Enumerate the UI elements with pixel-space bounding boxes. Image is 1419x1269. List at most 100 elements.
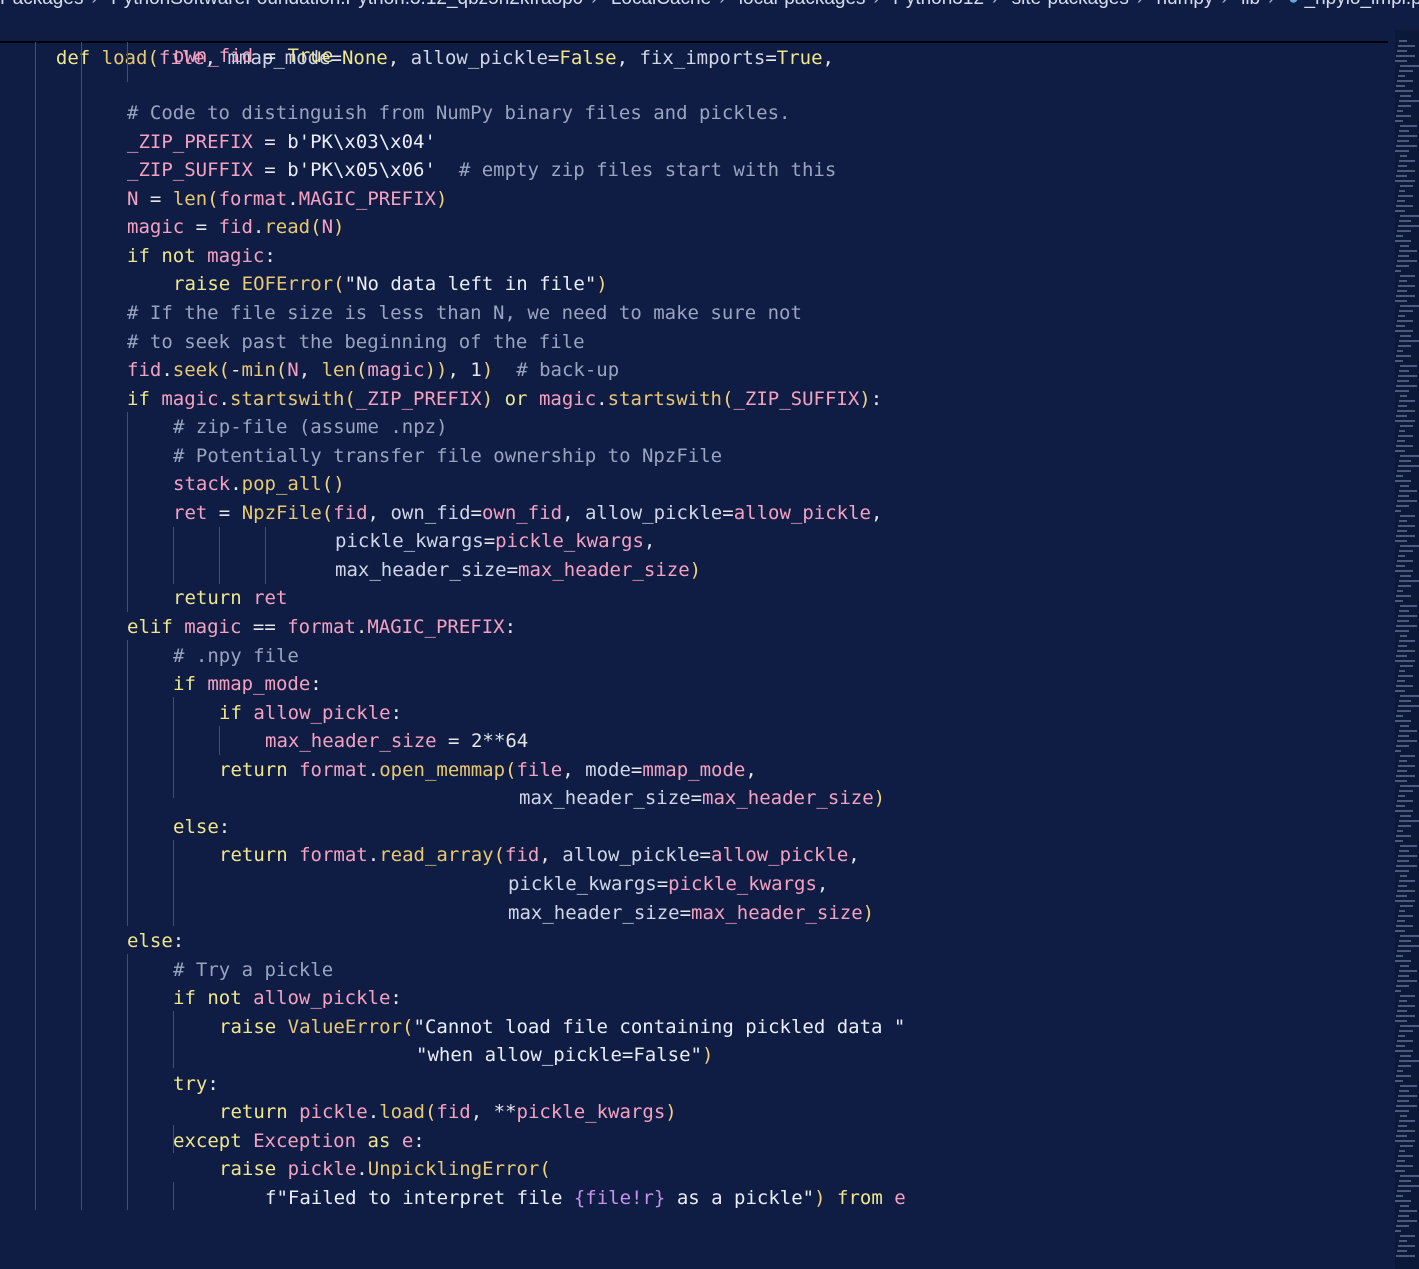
code-line[interactable]: else: <box>173 813 230 842</box>
code-line[interactable]: try: <box>173 1070 219 1099</box>
code-editor[interactable]: own_fid = True # Code to distinguish from… <box>0 42 1395 1269</box>
code-line[interactable]: magic = fid.read(N) <box>127 213 344 242</box>
code-line[interactable]: # zip-file (assume .npz) <box>173 413 448 442</box>
code-line[interactable]: pickle_kwargs=pickle_kwargs, <box>508 870 828 899</box>
minimap-line <box>1400 425 1413 427</box>
minimap-line <box>1396 1135 1407 1137</box>
code-line[interactable]: # Potentially transfer file ownership to… <box>173 442 722 471</box>
minimap-line <box>1398 45 1415 47</box>
code-line[interactable]: raise pickle.UnpicklingError( <box>219 1155 551 1184</box>
minimap-line <box>1398 555 1405 557</box>
code-line[interactable]: "when allow_pickle=False") <box>416 1041 713 1070</box>
code-line[interactable]: if not allow_pickle: <box>173 984 402 1013</box>
code-line[interactable]: raise ValueError("Cannot load file conta… <box>219 1013 905 1042</box>
minimap-line <box>1399 1150 1405 1152</box>
minimap-line <box>1400 1145 1413 1147</box>
code-line[interactable]: # Code to distinguish from NumPy binary … <box>127 99 790 128</box>
minimap-line <box>1399 220 1411 222</box>
minimap-line <box>1399 700 1411 702</box>
breadcrumb-item[interactable]: PythonSoftwareFoundation.Python.3.12_qbz… <box>111 0 583 8</box>
code-line[interactable]: return format.read_array(fid, allow_pick… <box>219 841 860 870</box>
minimap-line <box>1400 875 1407 877</box>
minimap-line <box>1399 160 1415 162</box>
minimap-line <box>1399 1120 1415 1122</box>
code-line[interactable]: # If the file size is less than N, we ne… <box>127 299 802 328</box>
minimap-line <box>1397 1220 1417 1222</box>
code-line[interactable]: if allow_pickle: <box>219 699 402 728</box>
code-line[interactable]: return pickle.load(fid, **pickle_kwargs) <box>219 1098 677 1127</box>
code-line[interactable]: fid.seek(-min(N, len(magic)), 1) # back-… <box>127 356 619 385</box>
minimap-line <box>1395 690 1405 692</box>
minimap-line <box>1396 595 1411 597</box>
code-line[interactable]: if not magic: <box>127 242 276 271</box>
code-line[interactable]: raise EOFError("No data left in file") <box>173 270 608 299</box>
minimap-line <box>1397 710 1411 712</box>
minimap-line <box>1398 285 1415 287</box>
minimap-line <box>1399 1180 1411 1182</box>
minimap-line <box>1400 305 1419 307</box>
code-line[interactable]: _ZIP_SUFFIX = b'PK\x05\x06' # empty zip … <box>127 156 836 185</box>
breadcrumb-item[interactable]: lib <box>1241 0 1260 8</box>
minimap-line <box>1399 430 1405 432</box>
minimap-line <box>1395 930 1405 932</box>
minimap-line <box>1398 495 1409 497</box>
code-line[interactable]: N = len(format.MAGIC_PREFIX) <box>127 185 447 214</box>
minimap-line <box>1396 625 1417 627</box>
minimap-line <box>1398 195 1413 197</box>
minimap[interactable] <box>1395 30 1419 1269</box>
minimap-line <box>1396 955 1403 957</box>
breadcrumb-file[interactable]: _npyio_impl.py <box>1305 0 1419 8</box>
code-line[interactable]: ret = NpzFile(fid, own_fid=own_fid, allo… <box>173 499 882 528</box>
breadcrumb-item[interactable]: numpy <box>1156 0 1213 8</box>
code-line[interactable]: return format.open_memmap(file, mode=mma… <box>219 756 757 785</box>
code-line[interactable]: pickle_kwargs=pickle_kwargs, <box>335 527 655 556</box>
minimap-line <box>1400 1205 1409 1207</box>
code-line[interactable]: max_header_size=max_header_size) <box>508 899 874 928</box>
minimap-line <box>1395 90 1413 92</box>
code-line[interactable]: stack.pop_all() <box>173 470 345 499</box>
minimap-line <box>1400 65 1419 67</box>
minimap-line <box>1399 730 1417 732</box>
code-line[interactable]: # .npy file <box>173 642 299 671</box>
minimap-line <box>1395 180 1415 182</box>
code-line[interactable]: else: <box>127 927 184 956</box>
minimap-line <box>1396 1165 1413 1167</box>
minimap-line <box>1398 915 1413 917</box>
minimap-line <box>1397 680 1405 682</box>
minimap-line <box>1397 1130 1415 1132</box>
code-line[interactable]: # Try a pickle <box>173 956 333 985</box>
code-line[interactable]: _ZIP_PREFIX = b'PK\x03\x04' <box>127 128 436 157</box>
code-line[interactable]: if magic.startswith(_ZIP_PREFIX) or magi… <box>127 385 882 414</box>
minimap-line <box>1399 910 1405 912</box>
code-line[interactable]: f"Failed to interpret file {file!r} as a… <box>265 1184 906 1213</box>
minimap-line <box>1397 440 1405 442</box>
chevron-right-icon: › <box>1268 0 1274 8</box>
code-line[interactable]: max_header_size=max_header_size) <box>519 784 885 813</box>
code-line[interactable]: max_header_size = 2**64 <box>265 727 528 756</box>
minimap-line <box>1396 655 1407 657</box>
code-line[interactable]: return ret <box>173 584 287 613</box>
minimap-line <box>1399 520 1407 522</box>
minimap-line <box>1396 535 1415 537</box>
code-line[interactable]: max_header_size=max_header_size) <box>335 556 701 585</box>
code-line[interactable]: if mmap_mode: <box>173 670 322 699</box>
breadcrumb-item[interactable]: Python312 <box>893 0 984 8</box>
sticky-scroll-header[interactable]: def load(file, mmap_mode=None, allow_pic… <box>0 12 1388 69</box>
code-line[interactable]: own_fid = True <box>173 42 333 71</box>
code-line[interactable]: elif magic == format.MAGIC_PREFIX: <box>127 613 516 642</box>
breadcrumb-item[interactable]: local-packages <box>739 0 866 8</box>
minimap-line <box>1399 1060 1419 1062</box>
breadcrumb-item[interactable]: Packages <box>0 0 83 8</box>
minimap-line <box>1395 570 1413 572</box>
minimap-line <box>1397 80 1413 82</box>
breadcrumb-item[interactable]: site-packages <box>1012 0 1129 8</box>
minimap-line <box>1397 260 1417 262</box>
minimap-line <box>1396 1255 1415 1257</box>
code-line[interactable]: except Exception as e: <box>173 1127 425 1156</box>
minimap-line <box>1395 270 1401 272</box>
code-line[interactable]: # to seek past the beginning of the file <box>127 328 585 357</box>
indent-guide <box>127 954 128 1210</box>
breadcrumb-item[interactable]: LocalCache <box>611 0 711 8</box>
minimap-line <box>1400 395 1407 397</box>
minimap-line <box>1398 885 1407 887</box>
